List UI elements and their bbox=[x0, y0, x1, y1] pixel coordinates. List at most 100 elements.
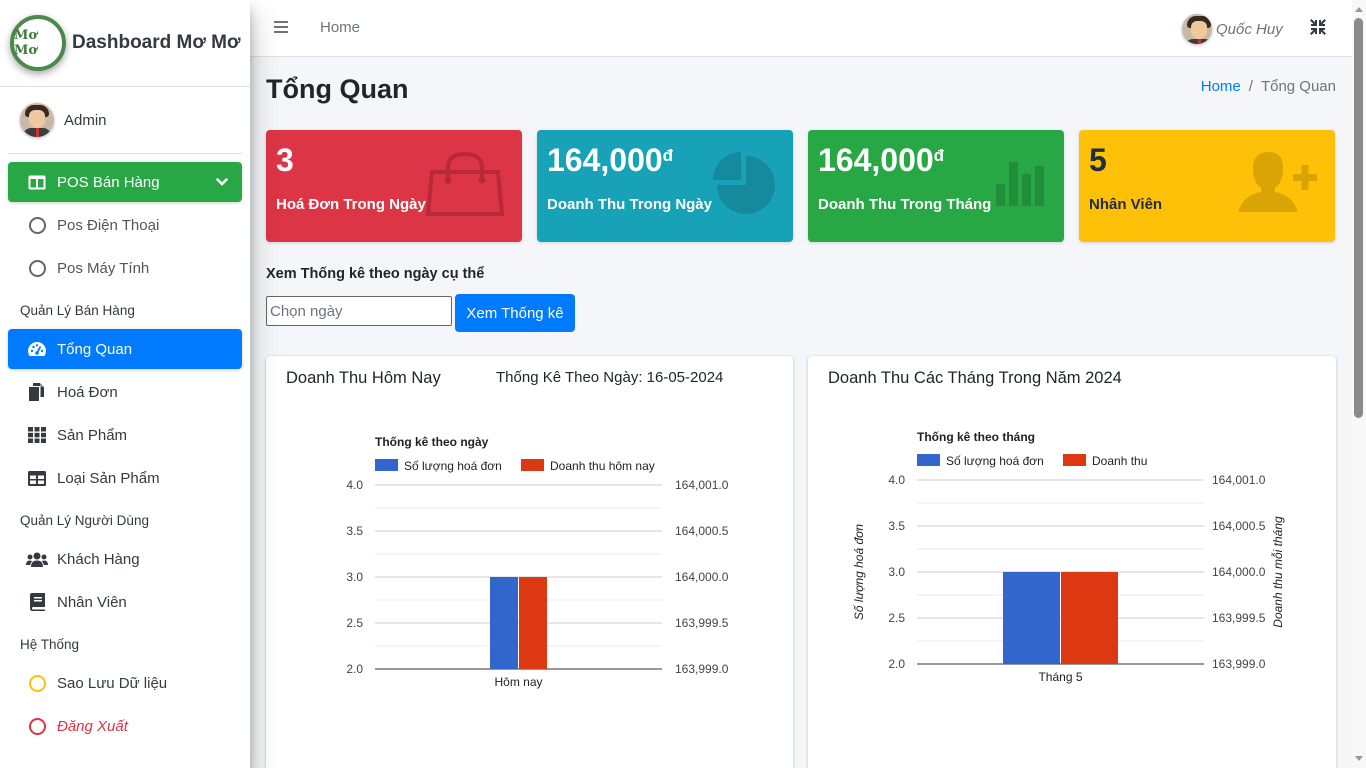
y2-tick-label: 163,999.5 bbox=[1212, 611, 1266, 625]
legend-label: Số lượng hoá đơn bbox=[946, 454, 1044, 468]
y-tick-label: 2.0 bbox=[346, 662, 363, 676]
brand-link[interactable]: Mơ Mơ Dashboard Mơ Mơ bbox=[0, 0, 250, 87]
sidebar-item-label: Nhân Viên bbox=[57, 593, 127, 611]
stat-box-invoices-today: 3 Hoá Đơn Trong Ngày bbox=[266, 130, 522, 242]
stat-box-employees: 5 Nhân Viên bbox=[1079, 130, 1335, 242]
th-icon bbox=[26, 427, 48, 443]
sidebar-item-san-pham[interactable]: Sản Phẩm bbox=[8, 415, 242, 455]
y2-tick-label: 164,000.0 bbox=[1212, 565, 1266, 579]
y2-tick-label: 163,999.0 bbox=[1212, 657, 1266, 671]
nav-header-quan-ly-ban-hang: Quản Lý Bán Hàng bbox=[20, 302, 135, 318]
stat-box-revenue-today: 164,000đ Doanh Thu Trong Ngày bbox=[537, 130, 793, 242]
card-title: Doanh Thu Hôm Nay bbox=[286, 369, 441, 387]
bar-invoice-count bbox=[1003, 572, 1060, 664]
y-tick-label: 4.0 bbox=[888, 473, 905, 487]
circle-icon bbox=[26, 259, 48, 277]
stat-label: Hoá Đơn Trong Ngày bbox=[276, 196, 426, 213]
brand-logo: Mơ Mơ bbox=[10, 15, 66, 71]
admin-avatar bbox=[20, 103, 54, 137]
shopping-bag-icon bbox=[425, 151, 505, 221]
sidebar-item-nhan-vien[interactable]: Nhân Viên bbox=[8, 582, 242, 622]
user-panel[interactable]: Admin bbox=[8, 87, 242, 154]
bar-chart-icon bbox=[996, 152, 1046, 213]
y-tick-label: 3.5 bbox=[346, 524, 363, 538]
sidebar-nav: POS Bán Hàng Pos Điện Thoại Pos Máy Tính… bbox=[0, 154, 250, 757]
date-picker-input[interactable] bbox=[266, 296, 452, 326]
daily-chart: Thống kê theo ngày Số lượng hoá đơn Doanh … bbox=[346, 435, 729, 689]
sidebar-item-pos-ban-hang[interactable]: POS Bán Hàng bbox=[8, 162, 242, 202]
stat-label: Doanh Thu Trong Tháng bbox=[818, 196, 992, 213]
stat-value: 3 bbox=[276, 142, 294, 178]
sidebar-item-loai-san-pham[interactable]: Loại Sản Phẩm bbox=[8, 458, 242, 498]
legend-label: Doanh thu bbox=[1092, 454, 1147, 468]
stat-label: Doanh Thu Trong Ngày bbox=[547, 196, 712, 213]
nav-header-quan-ly-nguoi-dung: Quản Lý Người Dùng bbox=[20, 512, 149, 528]
y2-tick-label: 164,000.0 bbox=[675, 570, 729, 584]
view-stats-button[interactable]: Xem Thống kê bbox=[455, 294, 575, 332]
sidebar-item-label: Hoá Đơn bbox=[57, 383, 118, 401]
top-navbar: Home Quốc Huy bbox=[250, 0, 1352, 57]
stat-value: 164,000đ bbox=[547, 142, 674, 178]
sidebar-item-label: Sản Phẩm bbox=[57, 426, 128, 444]
sidebar-item-pos-dien-thoai[interactable]: Pos Điện Thoại bbox=[8, 205, 242, 245]
top-home-link[interactable]: Home bbox=[320, 19, 360, 36]
scroll-down-arrow[interactable] bbox=[1355, 756, 1363, 761]
x-tick-label: Hôm nay bbox=[494, 675, 542, 689]
sidebar-item-sao-luu-du-lieu[interactable]: Sao Lưu Dữ liệu bbox=[8, 663, 242, 703]
card-revenue-monthly: Doanh Thu Các Tháng Trong Năm 2024 Thống… bbox=[808, 356, 1336, 768]
table-icon bbox=[26, 470, 48, 486]
sidebar-item-label: Khách Hàng bbox=[57, 550, 140, 568]
user-avatar bbox=[1182, 14, 1212, 44]
sidebar-item-khach-hang[interactable]: Khách Hàng bbox=[8, 539, 242, 579]
sidebar-item-label: POS Bán Hàng bbox=[57, 173, 160, 191]
y-tick-label: 2.0 bbox=[888, 657, 905, 671]
sidebar-item-pos-may-tinh[interactable]: Pos Máy Tính bbox=[8, 248, 242, 288]
breadcrumb: Home / Tổng Quan bbox=[1201, 78, 1336, 95]
circle-icon bbox=[26, 674, 48, 692]
chart-title: Thống kê theo ngày bbox=[375, 435, 489, 449]
user-plus-icon bbox=[1239, 152, 1317, 217]
stat-label: Nhân Viên bbox=[1089, 196, 1163, 213]
book-icon bbox=[26, 593, 48, 611]
y2-tick-label: 163,999.5 bbox=[675, 616, 729, 630]
nav-header-he-thong: Hệ Thống bbox=[20, 636, 80, 652]
legend-swatch bbox=[521, 459, 544, 471]
copy-icon bbox=[26, 383, 48, 401]
y2-tick-label: 164,000.5 bbox=[675, 524, 729, 538]
legend-swatch bbox=[1063, 454, 1086, 466]
sidebar-item-tong-quan[interactable]: Tổng Quan bbox=[8, 329, 242, 369]
sidebar-item-label: Đăng Xuất bbox=[57, 717, 128, 735]
y-tick-label: 3.5 bbox=[888, 519, 905, 533]
breadcrumb-current: Tổng Quan bbox=[1260, 78, 1336, 95]
compress-icon[interactable] bbox=[1310, 19, 1328, 37]
page-scrollbar[interactable] bbox=[1352, 0, 1366, 768]
y-tick-label: 3.0 bbox=[346, 570, 363, 584]
brand-logo-text: Mơ Mơ bbox=[14, 28, 38, 58]
top-user-menu[interactable]: Quốc Huy bbox=[1182, 14, 1283, 44]
top-user-name: Quốc Huy bbox=[1216, 20, 1283, 38]
menu-toggle-icon[interactable] bbox=[274, 21, 288, 33]
y2-axis-title: Doanh thu mỗi tháng bbox=[1270, 516, 1285, 628]
bar-revenue bbox=[519, 577, 547, 669]
scroll-thumb[interactable] bbox=[1354, 18, 1363, 418]
stat-value: 5 bbox=[1089, 142, 1107, 178]
sidebar-item-label: Pos Máy Tính bbox=[57, 259, 150, 277]
sidebar-item-hoa-don[interactable]: Hoá Đơn bbox=[8, 372, 242, 412]
y2-tick-label: 164,001.0 bbox=[675, 478, 729, 492]
breadcrumb-home-link[interactable]: Home bbox=[1201, 78, 1241, 95]
sidebar-item-label: Tổng Quan bbox=[57, 340, 133, 358]
chevron-down-icon bbox=[216, 174, 228, 191]
y2-tick-label: 164,000.5 bbox=[1212, 519, 1266, 533]
users-icon bbox=[26, 552, 48, 567]
tachometer-icon bbox=[26, 341, 48, 357]
sidebar: Mơ Mơ Dashboard Mơ Mơ Admin POS Bán Hàng… bbox=[0, 0, 250, 768]
columns-icon bbox=[26, 175, 48, 190]
bar-revenue bbox=[1061, 572, 1118, 664]
card-subtitle: Thống Kê Theo Ngày: 16-05-2024 bbox=[496, 369, 724, 386]
sidebar-item-dang-xuat[interactable]: Đăng Xuất bbox=[8, 706, 242, 746]
scroll-up-arrow[interactable] bbox=[1355, 7, 1363, 12]
stat-value: 164,000đ bbox=[818, 142, 945, 178]
page-title: Tổng Quan bbox=[266, 74, 409, 104]
breadcrumb-separator: / bbox=[1248, 78, 1253, 95]
y-tick-label: 4.0 bbox=[346, 478, 363, 492]
